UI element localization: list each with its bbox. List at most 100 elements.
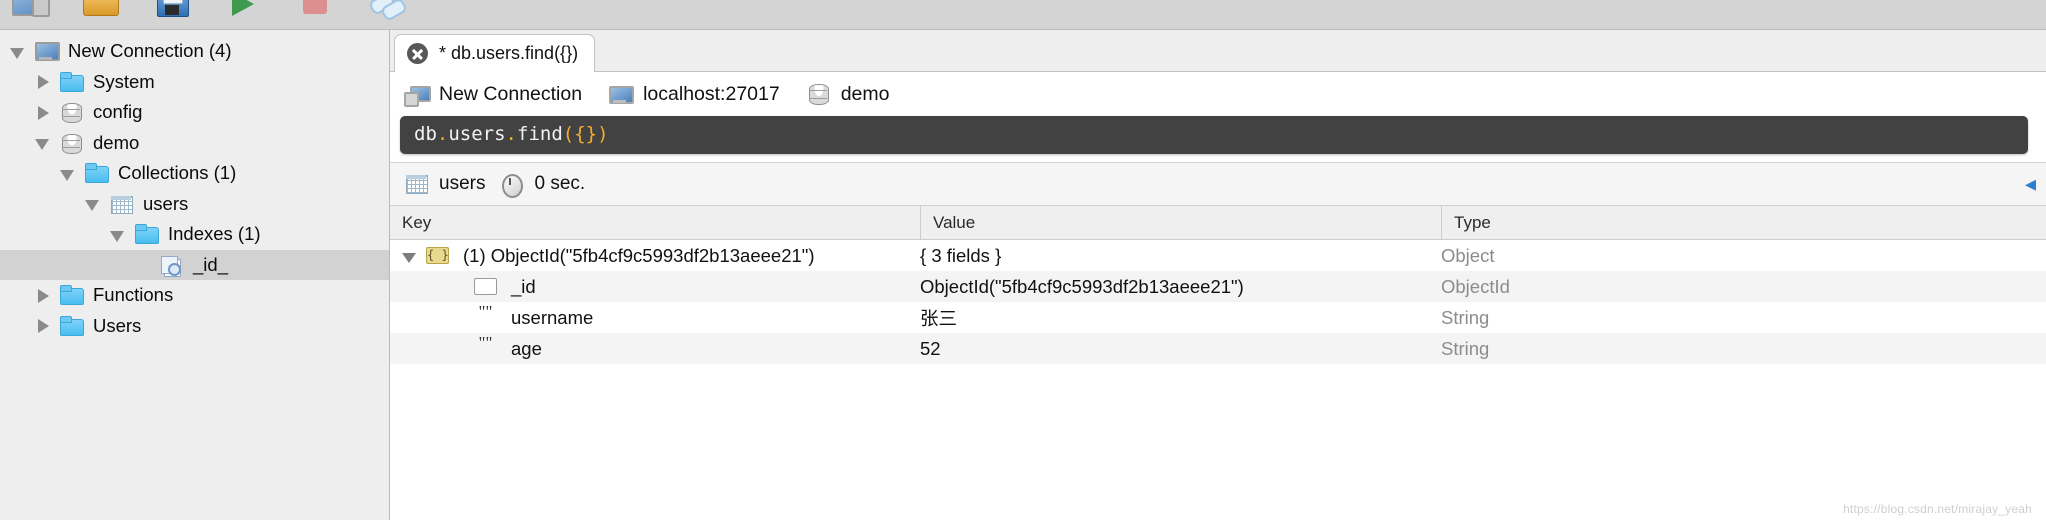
tree-item-id[interactable]: _id_ (0, 249, 389, 280)
database-icon (59, 101, 83, 124)
workspace: New Connection (4) System config demo Collec… (0, 30, 2046, 520)
tree-item-label: Users (93, 314, 142, 336)
query-tab[interactable]: * db.users.find({}) (394, 34, 596, 72)
open-button[interactable] (80, 0, 124, 24)
chevron-right-icon[interactable] (35, 105, 50, 120)
execute-button[interactable] (224, 0, 268, 24)
string-quotes-icon (474, 306, 497, 326)
breadcrumb-label: demo (840, 82, 890, 105)
tree-item-users[interactable]: users (0, 189, 389, 220)
chevron-right-icon[interactable] (35, 74, 50, 90)
string-quotes-icon (474, 337, 497, 357)
database-icon (59, 132, 83, 154)
column-header-value[interactable]: Value (920, 205, 1441, 240)
result-time-label: 0 sec. (534, 173, 586, 194)
cell-key: age (390, 333, 920, 364)
result-toolbar: users 0 sec. ◂ (390, 162, 2046, 206)
column-header-key[interactable]: Key (390, 206, 920, 240)
breadcrumb-item-demo[interactable]: demo (806, 83, 902, 106)
grid-icon (109, 193, 133, 215)
result-table[interactable]: (1) ObjectId("5fb4cf9c5993df2b13aeee21")… (390, 240, 2046, 488)
cell-type: ObjectId (1441, 275, 1510, 297)
tree-item-label: config (93, 101, 143, 123)
folder-icon (59, 71, 84, 93)
server-icon (404, 83, 431, 107)
result-collection-label: users (439, 173, 486, 194)
cell-type: String (1441, 306, 1490, 328)
key-label: age (511, 337, 542, 359)
query-segment: . (505, 123, 517, 145)
chevron-down-icon[interactable] (402, 248, 418, 264)
tree-item-label: Indexes (1) (168, 223, 261, 245)
breadcrumb-item-localhost-27017[interactable]: localhost:27017 (608, 83, 792, 106)
tree-item-demo[interactable]: demo (0, 128, 389, 159)
no-arrow-spacer (450, 310, 466, 326)
result-time: 0 sec. (499, 173, 586, 198)
chevron-down-icon[interactable] (110, 227, 125, 242)
tree-item-new-connection-4[interactable]: New Connection (4) (0, 36, 389, 67)
cell-value: ObjectId("5fb4cf9c5993df2b13aeee21") (920, 275, 1244, 297)
stop-icon (296, 0, 340, 24)
chevron-right-icon[interactable] (35, 288, 50, 303)
query-segment: users (448, 123, 506, 145)
tree-item-label: demo (93, 131, 140, 153)
index-icon (159, 254, 183, 276)
folder-icon (59, 284, 84, 306)
connect-button[interactable] (8, 0, 52, 24)
close-icon[interactable] (407, 43, 428, 64)
no-arrow-spacer (135, 257, 150, 272)
chevron-right-icon[interactable] (35, 318, 50, 334)
breadcrumb-label: localhost:27017 (643, 82, 780, 105)
tree-item-system[interactable]: System (0, 67, 389, 98)
monitor-icon (608, 83, 635, 105)
chevron-down-icon[interactable] (35, 135, 50, 151)
table-row[interactable]: (1) ObjectId("5fb4cf9c5993df2b13aeee21")… (390, 240, 2046, 271)
result-collection: users (404, 173, 485, 195)
link-button[interactable] (368, 0, 412, 24)
query-segment: . (436, 123, 449, 145)
open-folder-icon (80, 0, 124, 24)
cell-type: String (1441, 337, 1490, 359)
chevron-down-icon[interactable] (85, 196, 100, 212)
tree-item-label: System (93, 70, 155, 92)
link-icon (368, 0, 412, 24)
stop-button[interactable] (296, 0, 340, 24)
tree-item-users[interactable]: Users (0, 311, 389, 342)
table-row[interactable]: _id ObjectId("5fb4cf9c5993df2b13aeee21") O… (390, 271, 2046, 302)
tree-item-functions[interactable]: Functions (0, 280, 389, 311)
save-button[interactable] (152, 0, 196, 24)
tree-item-label: _id_ (193, 253, 228, 275)
monitor-icon (34, 40, 60, 62)
chevron-down-icon[interactable] (10, 44, 25, 59)
tree-item-collections-1[interactable]: Collections (1) (0, 158, 389, 189)
query-editor-input[interactable]: db.users.find({}) (400, 116, 2028, 154)
watermark-text: https://blog.csdn.net/mirajay_yeah (1843, 502, 2032, 516)
query-segment: ({}) (562, 123, 609, 145)
cell-key: username (390, 302, 920, 333)
chevron-down-icon[interactable] (60, 166, 75, 181)
breadcrumb-item-new-connection[interactable]: New Connection (404, 83, 594, 107)
folder-icon (84, 162, 109, 184)
save-floppy-icon (152, 0, 196, 24)
tree-item-config[interactable]: config (0, 97, 389, 128)
query-tab-label: * db.users.find({}) (439, 43, 579, 63)
tree-item-label: Collections (1) (118, 162, 237, 184)
cell-key: _id (390, 271, 920, 302)
explorer-tree[interactable]: New Connection (4) System config demo Collec… (0, 30, 390, 520)
chevron-left-icon[interactable]: ◂ (2025, 173, 2036, 195)
table-header: Key Value Type (390, 205, 2046, 240)
table-row[interactable]: age 52 String (390, 333, 2046, 364)
cell-type: Object (1441, 244, 1495, 266)
table-row[interactable]: username 张三 String (390, 302, 2046, 333)
main-toolbar (0, 0, 2046, 30)
key-label: _id (511, 275, 536, 297)
column-header-type[interactable]: Type (1441, 205, 2046, 240)
connection-icon (8, 0, 52, 24)
tree-item-label: New Connection (4) (68, 40, 232, 62)
tree-item-indexes-1[interactable]: Indexes (1) (0, 219, 389, 250)
folder-icon (59, 315, 84, 337)
database-icon (806, 83, 830, 105)
tab-strip: * db.users.find({}) (390, 30, 2046, 72)
object-braces-icon (426, 246, 449, 264)
clock-icon (499, 173, 524, 198)
